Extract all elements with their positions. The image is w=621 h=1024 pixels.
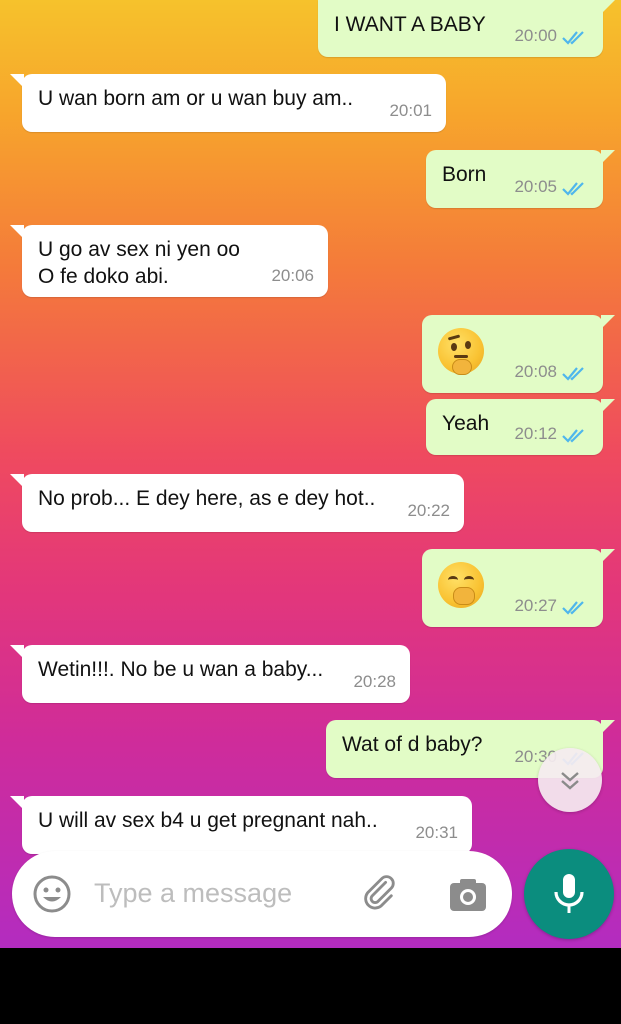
message-received[interactable]: U go av sex ni yen oo O fe doko abi. 20:…: [10, 225, 328, 297]
camera-icon[interactable]: [448, 875, 488, 915]
message-sent[interactable]: 20:27: [422, 549, 615, 627]
emoji-icon[interactable]: [32, 874, 72, 914]
message-line: U go av sex ni yen oo: [38, 238, 240, 261]
message-input[interactable]: Type a message: [94, 878, 292, 909]
message-text: Born: [442, 163, 487, 186]
message-text: No prob... E dey here, as e dey hot..: [38, 487, 376, 510]
message-time: 20:00: [514, 26, 557, 45]
message-text: Yeah: [442, 412, 490, 435]
chat-background: I WANT A BABY 20:00 U wan born am or u w…: [0, 0, 621, 948]
message-time: 20:31: [415, 823, 458, 842]
message-time: 20:08: [514, 362, 557, 381]
message-sent[interactable]: 20:08: [422, 315, 615, 393]
message-text: Wetin!!!. No be u wan a baby...: [38, 658, 324, 681]
read-receipt-icon: [562, 428, 584, 443]
scroll-to-bottom-button[interactable]: [538, 748, 602, 812]
message-received[interactable]: U will av sex b4 u get pregnant nah.. 20…: [10, 796, 472, 854]
message-received[interactable]: No prob... E dey here, as e dey hot.. 20…: [10, 474, 464, 532]
double-chevron-down-icon: [561, 772, 579, 790]
paperclip-icon[interactable]: [362, 875, 402, 915]
message-line: O fe doko abi.: [38, 265, 169, 288]
read-receipt-icon: [562, 366, 584, 381]
microphone-icon: [554, 874, 584, 913]
message-text: Wat of d baby?: [342, 733, 483, 756]
face-with-hand-over-mouth-emoji: [438, 562, 484, 608]
message-time: 20:01: [389, 101, 432, 120]
message-sent[interactable]: Born 20:05: [426, 150, 615, 208]
message-received[interactable]: Wetin!!!. No be u wan a baby... 20:28: [10, 645, 410, 703]
message-sent[interactable]: Yeah 20:12: [426, 399, 615, 455]
read-receipt-icon: [562, 181, 584, 196]
mic-button[interactable]: [524, 849, 614, 939]
read-receipt-icon: [562, 30, 584, 45]
message-composer: Type a message: [12, 851, 512, 937]
message-time: 20:06: [271, 266, 314, 285]
message-time: 20:05: [514, 177, 557, 196]
message-text: U wan born am or u wan buy am..: [38, 87, 354, 110]
message-time: 20:12: [514, 424, 557, 443]
message-time: 20:27: [514, 596, 557, 615]
message-text: U will av sex b4 u get pregnant nah..: [38, 809, 378, 832]
system-navigation-area: [0, 948, 621, 1024]
read-receipt-icon: [562, 600, 584, 615]
message-time: 20:28: [353, 672, 396, 691]
message-sent[interactable]: I WANT A BABY 20:00: [318, 0, 615, 57]
thinking-face-emoji: [438, 328, 484, 375]
message-text: I WANT A BABY: [334, 13, 486, 36]
message-received[interactable]: U wan born am or u wan buy am.. 20:01: [10, 74, 446, 132]
message-time: 20:22: [407, 501, 450, 520]
